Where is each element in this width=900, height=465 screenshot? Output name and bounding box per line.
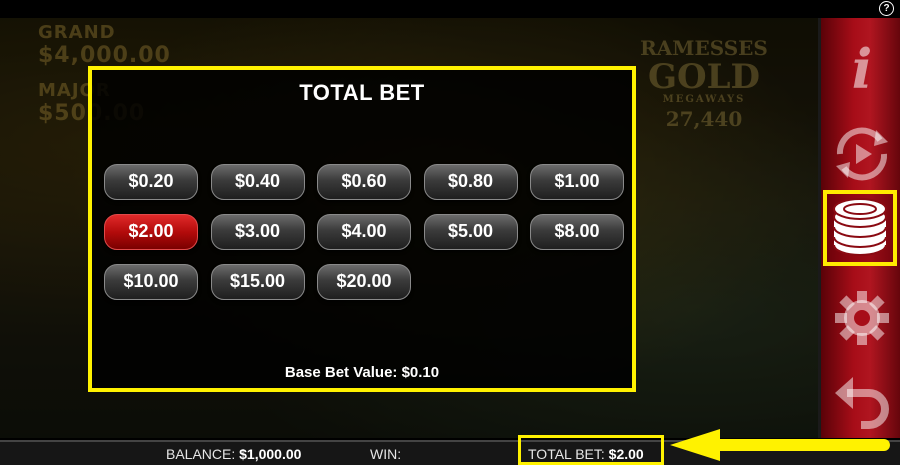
- win-display: WIN:: [370, 446, 401, 462]
- pointer-arrow-icon: [670, 429, 890, 461]
- balance-label: BALANCE:: [166, 446, 236, 462]
- balance-value: $1,000.00: [239, 446, 302, 462]
- info-icon: i: [851, 37, 873, 101]
- coins-icon: [833, 198, 887, 256]
- back-arrow-icon: [835, 377, 889, 429]
- bet-option-button[interactable]: $0.60: [317, 164, 411, 200]
- bet-option-button[interactable]: $5.00: [423, 214, 518, 250]
- bet-option-button[interactable]: $0.80: [423, 164, 518, 200]
- autoplay-button[interactable]: [821, 114, 900, 194]
- total-bet-highlight: [518, 435, 664, 465]
- balance-display: BALANCE: $1,000.00: [166, 446, 301, 462]
- bet-option-button[interactable]: $3.00: [210, 214, 305, 250]
- total-bet-panel: TOTAL BET $0.20 $0.40 $0.60 $0.80 $1.00 $2.00…: [88, 66, 636, 392]
- bet-option-button[interactable]: $20.00: [317, 264, 411, 300]
- base-bet-value: Base Bet Value: $0.10: [284, 364, 440, 381]
- bet-option-button[interactable]: $2.00: [104, 214, 198, 250]
- side-menu: i: [818, 18, 900, 438]
- bet-option-button[interactable]: $10.00: [104, 264, 198, 300]
- bet-option-button[interactable]: $4.00: [317, 214, 411, 250]
- bet-option-button[interactable]: $8.00: [530, 214, 624, 250]
- bet-option-button[interactable]: $15.00: [210, 264, 305, 300]
- top-bar: ?: [0, 0, 900, 18]
- panel-title: TOTAL BET: [299, 80, 425, 105]
- win-label: WIN:: [370, 446, 402, 462]
- info-button[interactable]: i: [821, 34, 900, 104]
- bet-option-button[interactable]: $0.20: [104, 164, 198, 200]
- bet-option-button[interactable]: $1.00: [530, 164, 624, 200]
- bet-button[interactable]: [823, 190, 897, 266]
- help-icon[interactable]: ?: [879, 1, 894, 16]
- bet-option-button[interactable]: $0.40: [210, 164, 305, 200]
- gear-icon: [835, 291, 889, 345]
- autoplay-icon: [836, 127, 888, 181]
- settings-button[interactable]: [821, 278, 900, 358]
